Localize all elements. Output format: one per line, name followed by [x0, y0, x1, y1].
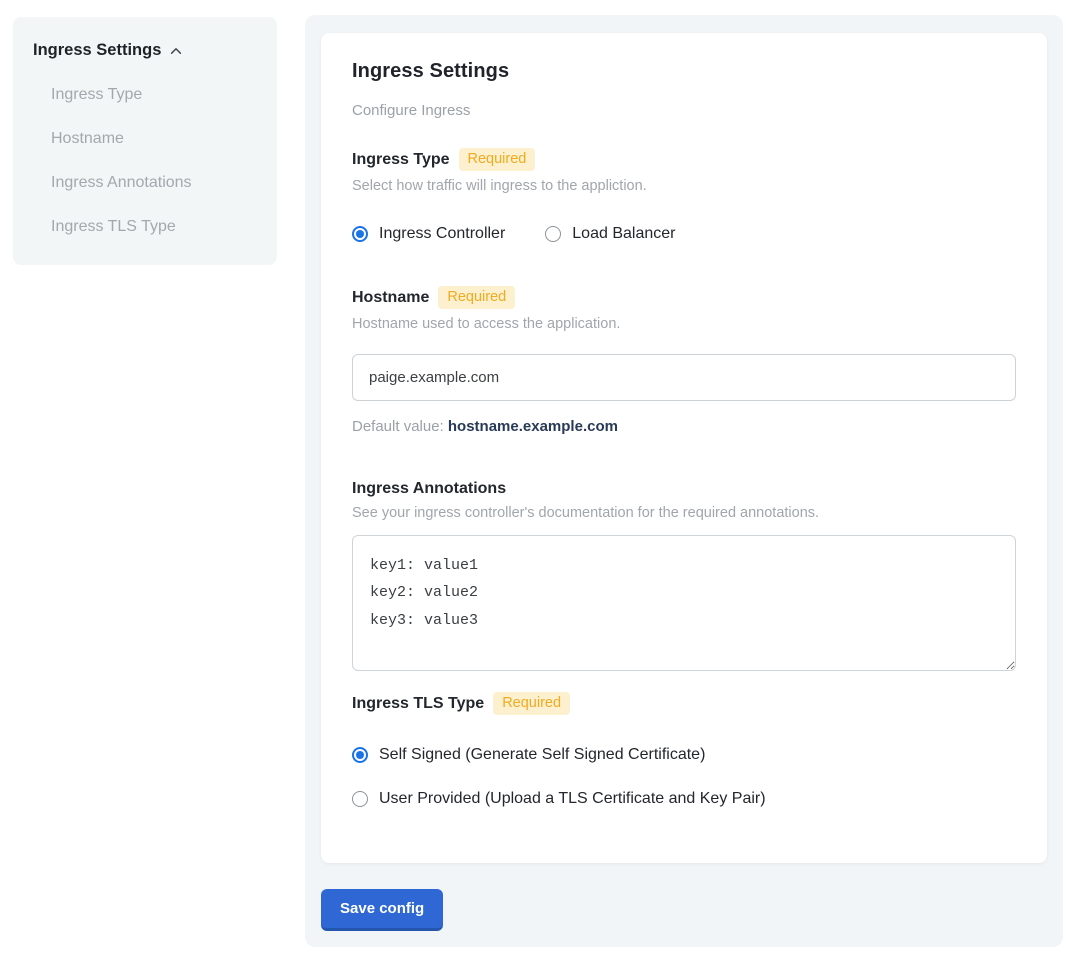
- radio-icon[interactable]: [352, 791, 368, 807]
- ingress-annotations-section: Ingress Annotations See your ingress con…: [352, 480, 1016, 671]
- radio-load-balancer[interactable]: Load Balancer: [545, 225, 675, 243]
- required-badge: Required: [438, 286, 515, 309]
- settings-panel: Ingress Settings Configure Ingress Ingre…: [305, 15, 1063, 947]
- save-config-button[interactable]: Save config: [321, 889, 443, 931]
- ingress-type-help: Select how traffic will ingress to the a…: [352, 178, 1016, 194]
- hostname-label: Hostname: [352, 289, 429, 307]
- required-badge: Required: [459, 148, 536, 171]
- ingress-type-radio-group: Ingress Controller Load Balancer: [352, 225, 1016, 243]
- sidebar-item-hostname[interactable]: Hostname: [33, 130, 257, 148]
- hostname-default-line: Default value: hostname.example.com: [352, 418, 1016, 435]
- radio-label: User Provided (Upload a TLS Certificate …: [379, 790, 766, 808]
- default-value-label: Default value:: [352, 418, 448, 435]
- page-title: Ingress Settings: [352, 60, 1016, 83]
- radio-label: Load Balancer: [572, 225, 675, 243]
- settings-sidebar: Ingress Settings Ingress Type Hostname I…: [13, 17, 277, 265]
- ingress-settings-card: Ingress Settings Configure Ingress Ingre…: [321, 33, 1047, 863]
- sidebar-item-ingress-annotations[interactable]: Ingress Annotations: [33, 174, 257, 192]
- sidebar-item-list: Ingress Type Hostname Ingress Annotation…: [33, 86, 257, 236]
- ingress-annotations-textarea[interactable]: key1: value1 key2: value2 key3: value3: [352, 535, 1016, 671]
- hostname-help: Hostname used to access the application.: [352, 316, 1016, 332]
- sidebar-item-ingress-type[interactable]: Ingress Type: [33, 86, 257, 104]
- ingress-annotations-help: See your ingress controller's documentat…: [352, 505, 1016, 521]
- radio-label: Self Signed (Generate Self Signed Certif…: [379, 746, 705, 764]
- page-subtitle: Configure Ingress: [352, 102, 1016, 119]
- sidebar-item-ingress-tls-type[interactable]: Ingress TLS Type: [33, 218, 257, 236]
- radio-user-provided[interactable]: User Provided (Upload a TLS Certificate …: [352, 790, 1016, 808]
- radio-icon[interactable]: [352, 747, 368, 763]
- hostname-input[interactable]: [352, 354, 1016, 401]
- radio-icon[interactable]: [352, 226, 368, 242]
- ingress-type-label: Ingress Type: [352, 151, 450, 169]
- radio-ingress-controller[interactable]: Ingress Controller: [352, 225, 505, 243]
- radio-label: Ingress Controller: [379, 225, 505, 243]
- ingress-annotations-label: Ingress Annotations: [352, 480, 506, 498]
- hostname-section: Hostname Required Hostname used to acces…: [352, 286, 1016, 435]
- sidebar-section-title: Ingress Settings: [33, 41, 161, 60]
- radio-icon[interactable]: [545, 226, 561, 242]
- tls-type-radio-group: Self Signed (Generate Self Signed Certif…: [352, 746, 1016, 808]
- ingress-tls-type-label: Ingress TLS Type: [352, 695, 484, 713]
- radio-self-signed[interactable]: Self Signed (Generate Self Signed Certif…: [352, 746, 1016, 764]
- required-badge: Required: [493, 692, 570, 715]
- default-value-text: hostname.example.com: [448, 418, 618, 435]
- ingress-tls-type-section: Ingress TLS Type Required Self Signed (G…: [352, 692, 1016, 808]
- chevron-up-icon: [169, 44, 183, 58]
- sidebar-section-header[interactable]: Ingress Settings: [33, 41, 257, 60]
- ingress-type-section: Ingress Type Required Select how traffic…: [352, 148, 1016, 243]
